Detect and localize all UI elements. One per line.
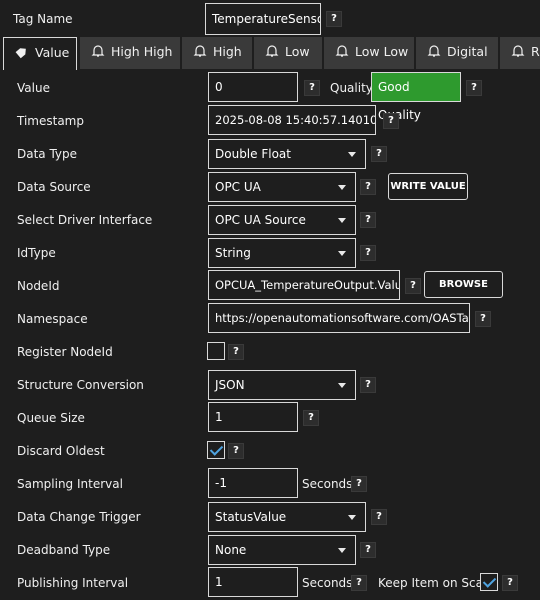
tab-high[interactable]: High xyxy=(182,37,252,69)
tab-value[interactable]: Value xyxy=(3,37,77,70)
tag-name-label: Tag Name xyxy=(13,12,73,26)
node-id-label: NodeId xyxy=(17,279,60,293)
tab-low-low-label: Low Low xyxy=(355,44,409,59)
driver-interface-value: OPC UA Source xyxy=(215,213,306,227)
discard-oldest-help-icon[interactable]: ? xyxy=(228,443,244,459)
sampling-interval-label: Sampling Interval xyxy=(17,477,123,491)
bell-icon xyxy=(193,45,207,57)
structure-conversion-value: JSON xyxy=(215,378,245,392)
value-input[interactable]: 0 xyxy=(208,72,298,102)
chevron-down-icon xyxy=(348,152,356,157)
discard-oldest-label: Discard Oldest xyxy=(17,444,105,458)
tab-low[interactable]: Low xyxy=(254,37,322,69)
keep-item-on-scan-label: Keep Item on Scan xyxy=(378,576,491,590)
data-type-value: Double Float xyxy=(215,147,291,161)
keep-item-on-scan-help-icon[interactable]: ? xyxy=(502,575,518,591)
data-type-select[interactable]: Double Float xyxy=(208,139,366,169)
structure-conversion-select[interactable]: JSON xyxy=(208,370,356,400)
data-change-trigger-label: Data Change Trigger xyxy=(17,510,141,524)
publishing-interval-input[interactable]: 1 xyxy=(208,567,298,597)
chevron-down-icon xyxy=(338,251,346,256)
data-source-label: Data Source xyxy=(17,180,91,194)
chevron-down-icon xyxy=(338,185,346,190)
structure-conversion-label: Structure Conversion xyxy=(17,378,144,392)
bell-icon xyxy=(427,45,441,57)
discard-oldest-checkbox[interactable] xyxy=(207,441,225,459)
deadband-type-value: None xyxy=(215,543,247,557)
chevron-down-icon xyxy=(338,383,346,388)
data-source-select[interactable]: OPC UA xyxy=(208,172,356,202)
namespace-input[interactable]: https://openautomationsoftware.com/OASTa… xyxy=(208,303,470,333)
value-help-icon[interactable]: ? xyxy=(304,80,320,96)
tab-high-high[interactable]: High High xyxy=(80,37,180,69)
bell-icon xyxy=(511,45,525,57)
publishing-interval-help-icon[interactable]: ? xyxy=(351,575,367,591)
quality-help-icon[interactable]: ? xyxy=(466,80,482,96)
tag-icon xyxy=(15,48,26,59)
register-node-id-checkbox[interactable] xyxy=(207,342,225,360)
tab-r-label: R xyxy=(531,44,540,59)
publishing-interval-unit: Seconds xyxy=(302,576,353,590)
tag-name-help-icon[interactable]: ? xyxy=(326,11,342,27)
bell-icon xyxy=(91,45,105,57)
namespace-label: Namespace xyxy=(17,312,88,326)
id-type-help-icon[interactable]: ? xyxy=(360,245,376,261)
quality-status-badge: Good Quality xyxy=(371,72,461,122)
chevron-down-icon xyxy=(338,218,346,223)
data-source-help-icon[interactable]: ? xyxy=(360,179,376,195)
sampling-interval-unit: Seconds xyxy=(302,477,353,491)
data-change-trigger-value: StatusValue xyxy=(215,510,287,524)
keep-item-on-scan-checkbox[interactable] xyxy=(480,573,498,591)
node-id-input[interactable]: OPCUA_TemperatureOutput.Value xyxy=(208,270,400,300)
data-source-value: OPC UA xyxy=(215,180,261,194)
id-type-select[interactable]: String xyxy=(208,238,356,268)
timestamp-help-icon[interactable]: ? xyxy=(383,113,399,129)
queue-size-label: Queue Size xyxy=(17,411,85,425)
tab-low-low[interactable]: Low Low xyxy=(324,37,414,69)
deadband-type-help-icon[interactable]: ? xyxy=(360,542,376,558)
driver-interface-help-icon[interactable]: ? xyxy=(360,212,376,228)
driver-interface-select[interactable]: OPC UA Source xyxy=(208,205,356,235)
publishing-interval-label: Publishing Interval xyxy=(17,576,129,590)
tab-high-label: High xyxy=(213,44,242,59)
queue-size-help-icon[interactable]: ? xyxy=(303,410,319,426)
data-type-label: Data Type xyxy=(17,147,78,161)
timestamp-input[interactable]: 2025-08-08 15:40:57.1401024 xyxy=(208,105,376,135)
deadband-type-select[interactable]: None xyxy=(208,535,356,565)
tag-name-input[interactable]: TemperatureSensor xyxy=(205,3,321,35)
bell-icon xyxy=(265,45,279,57)
driver-interface-label: Select Driver Interface xyxy=(17,213,153,227)
register-node-id-help-icon[interactable]: ? xyxy=(228,344,244,360)
id-type-value: String xyxy=(215,246,251,260)
data-change-trigger-help-icon[interactable]: ? xyxy=(371,509,387,525)
browse-button[interactable]: BROWSE xyxy=(424,271,503,298)
structure-conversion-help-icon[interactable]: ? xyxy=(360,377,376,393)
id-type-label: IdType xyxy=(17,246,56,260)
deadband-type-label: Deadband Type xyxy=(17,543,111,557)
tab-digital[interactable]: Digital xyxy=(416,37,498,69)
alarm-tabs: Value High High High Low Low Low Digital… xyxy=(0,37,540,70)
chevron-down-icon xyxy=(348,515,356,520)
write-value-button[interactable]: WRITE VALUE xyxy=(388,173,468,200)
tab-value-label: Value xyxy=(35,45,70,60)
chevron-down-icon xyxy=(338,548,346,553)
namespace-help-icon[interactable]: ? xyxy=(475,311,491,327)
tab-high-high-label: High High xyxy=(111,44,173,59)
tab-digital-label: Digital xyxy=(447,44,488,59)
bell-icon xyxy=(335,45,349,57)
data-type-help-icon[interactable]: ? xyxy=(371,146,387,162)
tab-low-label: Low xyxy=(285,44,310,59)
quality-label: Quality xyxy=(330,81,373,95)
data-change-trigger-select[interactable]: StatusValue xyxy=(208,502,366,532)
tab-r[interactable]: R xyxy=(500,37,540,69)
sampling-interval-help-icon[interactable]: ? xyxy=(351,476,367,492)
timestamp-label: Timestamp xyxy=(17,114,84,128)
register-node-id-label: Register NodeId xyxy=(17,345,113,359)
value-label: Value xyxy=(17,81,50,95)
node-id-help-icon[interactable]: ? xyxy=(405,278,421,294)
sampling-interval-input[interactable]: -1 xyxy=(208,468,298,498)
queue-size-input[interactable]: 1 xyxy=(208,402,298,432)
